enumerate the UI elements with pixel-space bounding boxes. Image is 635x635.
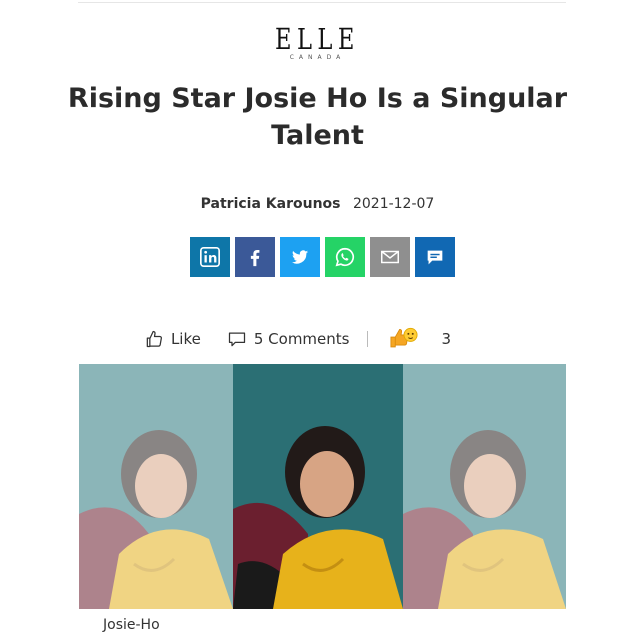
gallery-photo-next[interactable] bbox=[403, 364, 566, 609]
whatsapp-icon bbox=[335, 247, 355, 267]
share-linkedin-button[interactable] bbox=[190, 237, 230, 277]
reaction-emoji-icon bbox=[388, 324, 420, 353]
share-bar bbox=[190, 237, 455, 277]
logo-wordmark: ELLE bbox=[275, 22, 360, 56]
site-logo[interactable]: ELLE CANADA bbox=[0, 24, 635, 61]
author-name[interactable]: Patricia Karounos bbox=[201, 196, 341, 212]
comments-button[interactable]: 5 Comments bbox=[227, 329, 350, 349]
portrait-image bbox=[233, 364, 403, 609]
portrait-image bbox=[79, 364, 233, 609]
publish-date: 2021-12-07 bbox=[352, 196, 435, 212]
thumbs-up-icon bbox=[146, 330, 162, 347]
share-email-button[interactable] bbox=[370, 237, 410, 277]
portrait-image bbox=[403, 364, 566, 609]
comment-icon bbox=[228, 332, 245, 346]
twitter-icon bbox=[291, 250, 309, 264]
engagement-bar: Like 5 Comments 3 bbox=[0, 324, 635, 353]
reaction-count: 3 bbox=[441, 329, 452, 348]
comments-label: 5 Comments bbox=[253, 329, 350, 348]
mail-icon bbox=[381, 250, 399, 264]
action-separator bbox=[367, 330, 369, 347]
byline: Patricia Karounos 2021-12-07 bbox=[0, 196, 635, 212]
share-message-button[interactable] bbox=[415, 237, 455, 277]
share-whatsapp-button[interactable] bbox=[325, 237, 365, 277]
top-divider bbox=[78, 2, 566, 3]
reactions-button[interactable]: 3 bbox=[388, 324, 451, 353]
like-label: Like bbox=[170, 329, 201, 348]
photo-gallery[interactable] bbox=[79, 364, 566, 609]
like-button[interactable]: Like bbox=[144, 329, 201, 349]
share-facebook-button[interactable] bbox=[235, 237, 275, 277]
gallery-photo-current[interactable] bbox=[233, 364, 403, 609]
article-title: Rising Star Josie Ho Is a Singular Talen… bbox=[67, 83, 568, 151]
gallery-photo-prev[interactable] bbox=[79, 364, 233, 609]
linkedin-icon bbox=[200, 247, 220, 267]
share-twitter-button[interactable] bbox=[280, 237, 320, 277]
photo-caption: Josie-Ho bbox=[103, 617, 160, 633]
message-icon bbox=[427, 250, 443, 265]
facebook-icon bbox=[250, 249, 260, 267]
